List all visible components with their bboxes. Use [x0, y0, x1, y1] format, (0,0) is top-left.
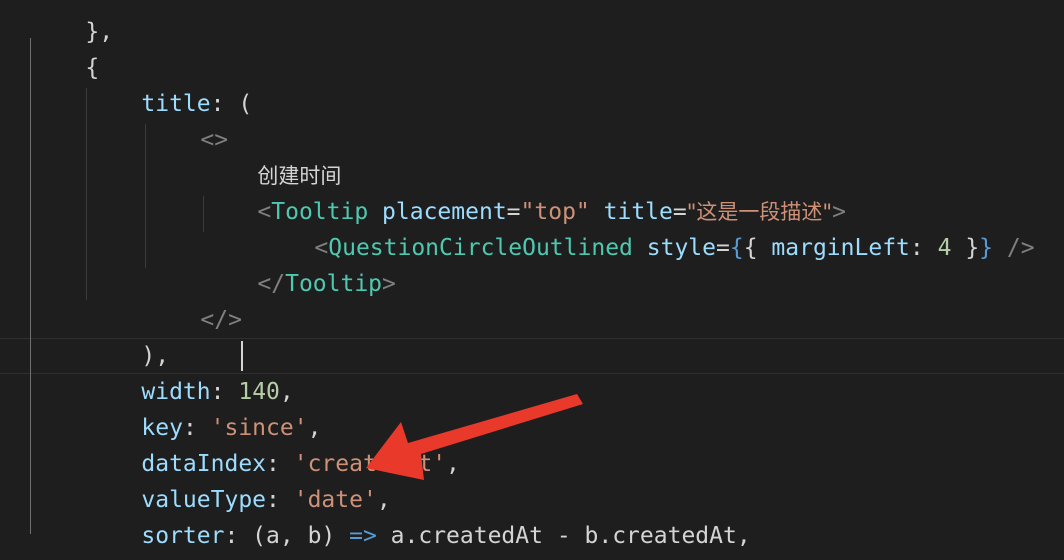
code-line: </>	[145, 266, 242, 333]
code-token: >	[382, 271, 396, 297]
code-token: {	[729, 235, 744, 261]
code-line: {	[30, 14, 99, 81]
code-token: =	[716, 235, 730, 261]
code-line: },	[30, 518, 113, 560]
code-line: valueType: 'date',	[86, 446, 390, 513]
code-line: key: 'since',	[86, 374, 321, 441]
code-token: {	[743, 235, 772, 261]
code-token: :	[909, 235, 938, 261]
code-token: Tooltip	[285, 271, 383, 297]
code-token: </	[257, 271, 286, 297]
code-line: title: (	[86, 50, 252, 117]
code-token: sorter	[141, 523, 225, 549]
code-line: 创建时间	[202, 122, 341, 188]
code-token: 4	[937, 235, 952, 261]
code-line: width: 140,	[86, 338, 293, 405]
code-line: sorter: (a, b) => a.createdAt - b.create…	[86, 482, 750, 549]
code-line: </Tooltip>	[202, 230, 396, 297]
code-token: =>	[349, 523, 377, 549]
code-line: <QuestionCircleOutlined style={{ marginL…	[259, 194, 1034, 261]
code-token: }	[951, 235, 980, 261]
code-token: a.createdAt - b.createdAt,	[376, 523, 751, 549]
text-cursor	[241, 341, 243, 371]
code-token: </>	[200, 307, 242, 333]
code-line: <Tooltip placement="top" title="这是一段描述">	[202, 158, 846, 225]
code-token: />	[993, 235, 1035, 261]
code-token: : (a, b)	[224, 523, 350, 549]
code-line: <>	[145, 86, 228, 153]
code-token: style	[646, 235, 716, 261]
code-token: marginLeft	[771, 235, 910, 261]
code-token: ,	[446, 451, 460, 477]
code-line: ),	[86, 302, 169, 369]
code-token: }	[979, 235, 994, 261]
code-line: },	[30, 0, 113, 45]
code-editor[interactable]: }, { title: ( <> 创建时间 <Tooltip placement…	[0, 0, 1064, 560]
code-line: dataIndex: 'createdAt',	[86, 410, 460, 477]
